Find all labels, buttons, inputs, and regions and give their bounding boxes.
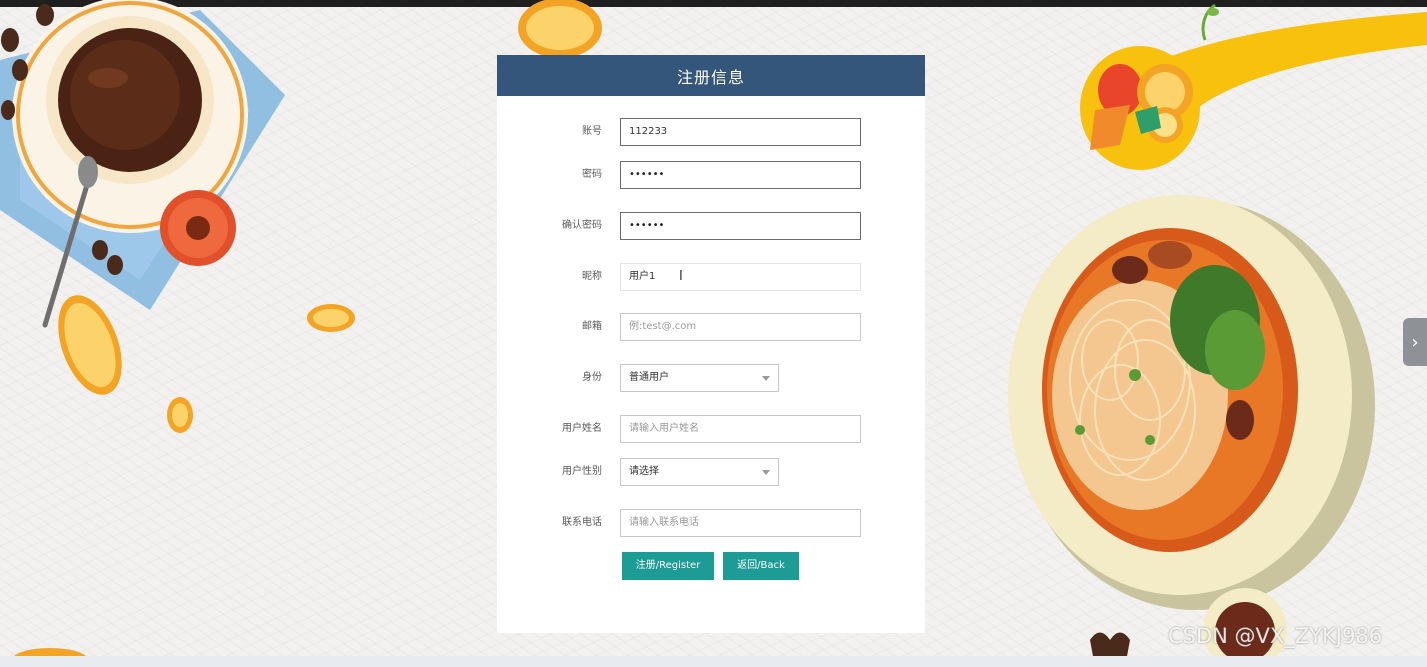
phone-placeholder: 请输入联系电话 (629, 517, 699, 528)
gender-select[interactable]: 请选择 (620, 458, 779, 486)
identity-label: 身份 (582, 372, 602, 383)
email-input[interactable]: 例:test@.com (620, 313, 861, 341)
phone-input[interactable]: 请输入联系电话 (620, 509, 861, 537)
account-input[interactable]: 112233 (620, 118, 861, 146)
email-label: 邮箱 (582, 321, 602, 332)
password-input[interactable]: •••••• (620, 161, 861, 189)
password-label: 密码 (582, 169, 602, 180)
gender-selected-value: 请选择 (629, 466, 659, 477)
nickname-input[interactable]: 用户1 I (620, 263, 861, 291)
identity-selected-value: 普通用户 (629, 372, 669, 383)
phone-label: 联系电话 (562, 517, 602, 528)
watermark-text: CSDN @VX_ZYKJ986 (1168, 624, 1383, 648)
chevron-down-icon (762, 470, 770, 475)
gender-label: 用户性别 (562, 466, 602, 477)
nickname-value: 用户1 (629, 271, 656, 282)
confirm-password-value: •••••• (629, 220, 665, 231)
form-title: 注册信息 (497, 55, 925, 96)
identity-row: 身份 普通用户 (497, 364, 925, 392)
password-value: •••••• (629, 169, 665, 180)
bottom-status-strip (0, 656, 1427, 667)
identity-select[interactable]: 普通用户 (620, 364, 779, 392)
text-cursor-icon: I (679, 269, 683, 284)
nickname-row: 昵称 用户1 I (497, 263, 925, 291)
password-row: 密码 •••••• (497, 161, 925, 189)
confirm-password-row: 确认密码 •••••• (497, 212, 925, 240)
confirm-password-input[interactable]: •••••• (620, 212, 861, 240)
real-name-input[interactable]: 请输入用户姓名 (620, 415, 861, 443)
account-row: 账号 112233 (497, 118, 925, 146)
real-name-label: 用户姓名 (562, 423, 602, 434)
email-placeholder: 例:test@.com (629, 321, 697, 332)
register-button[interactable]: 注册/Register (622, 552, 714, 580)
chevron-right-icon: › (1411, 331, 1419, 353)
chevron-down-icon (762, 376, 770, 381)
account-label: 账号 (582, 126, 602, 137)
confirm-password-label: 确认密码 (562, 220, 602, 231)
gender-row: 用户性别 请选择 (497, 458, 925, 486)
real-name-placeholder: 请输入用户姓名 (629, 423, 699, 434)
back-button[interactable]: 返回/Back (723, 552, 799, 580)
next-page-button[interactable]: › (1403, 318, 1427, 366)
phone-row: 联系电话 请输入联系电话 (497, 509, 925, 537)
register-form-panel: 注册信息 账号 112233 密码 •••••• 确认密码 •••••• 昵称 … (497, 55, 925, 633)
email-row: 邮箱 例:test@.com (497, 313, 925, 341)
account-value: 112233 (629, 126, 668, 137)
nickname-label: 昵称 (582, 271, 602, 282)
real-name-row: 用户姓名 请输入用户姓名 (497, 415, 925, 443)
